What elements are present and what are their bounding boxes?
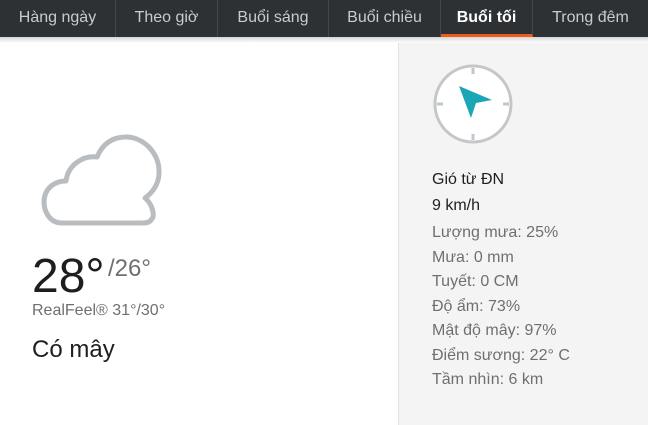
tab-evening[interactable]: Buổi tối [441,0,533,37]
stat-dew-point: Điểm sương: 22° C [432,346,570,364]
cloud-icon [41,134,162,226]
weather-phrase: Có mây [32,336,115,363]
stat-visibility: Tầm nhìn: 6 km [432,371,544,388]
realfeel-temperature: RealFeel® 31°/30° [32,302,166,319]
current-conditions-panel: 28° /26° RealFeel® 31°/30° Có mây [0,43,398,425]
tab-bar: Hàng ngày Theo giờ Buổi sáng Buổi chiều … [0,0,648,37]
stat-snow: Tuyết: 0 CM [432,273,519,290]
details-panel: Gió từ ĐN 9 km/h Lượng mưa: 25% Mưa: 0 m… [398,43,648,425]
stat-precip-probability: Lượng mưa: 25% [432,224,559,241]
tab-morning[interactable]: Buổi sáng [218,0,329,37]
stat-cloud-cover: Mật độ mây: 97% [432,322,557,339]
wind-speed: 9 km/h [432,197,481,214]
stats-list: Lượng mưa: 25% Mưa: 0 mm Tuyết: 0 CM Độ … [432,221,570,393]
wind-direction: Gió từ ĐN [432,171,505,188]
low-temperature: /26° [108,255,151,282]
tab-afternoon[interactable]: Buổi chiều [329,0,441,37]
tab-daily[interactable]: Hàng ngày [0,0,116,37]
current-temperature: 28° [32,250,105,303]
stat-humidity: Độ ẩm: 73% [432,297,521,315]
compass-icon [433,64,513,144]
tab-hourly[interactable]: Theo giờ [116,0,218,37]
stat-rain: Mưa: 0 mm [432,248,514,266]
tab-overnight[interactable]: Trong đêm [533,0,648,37]
